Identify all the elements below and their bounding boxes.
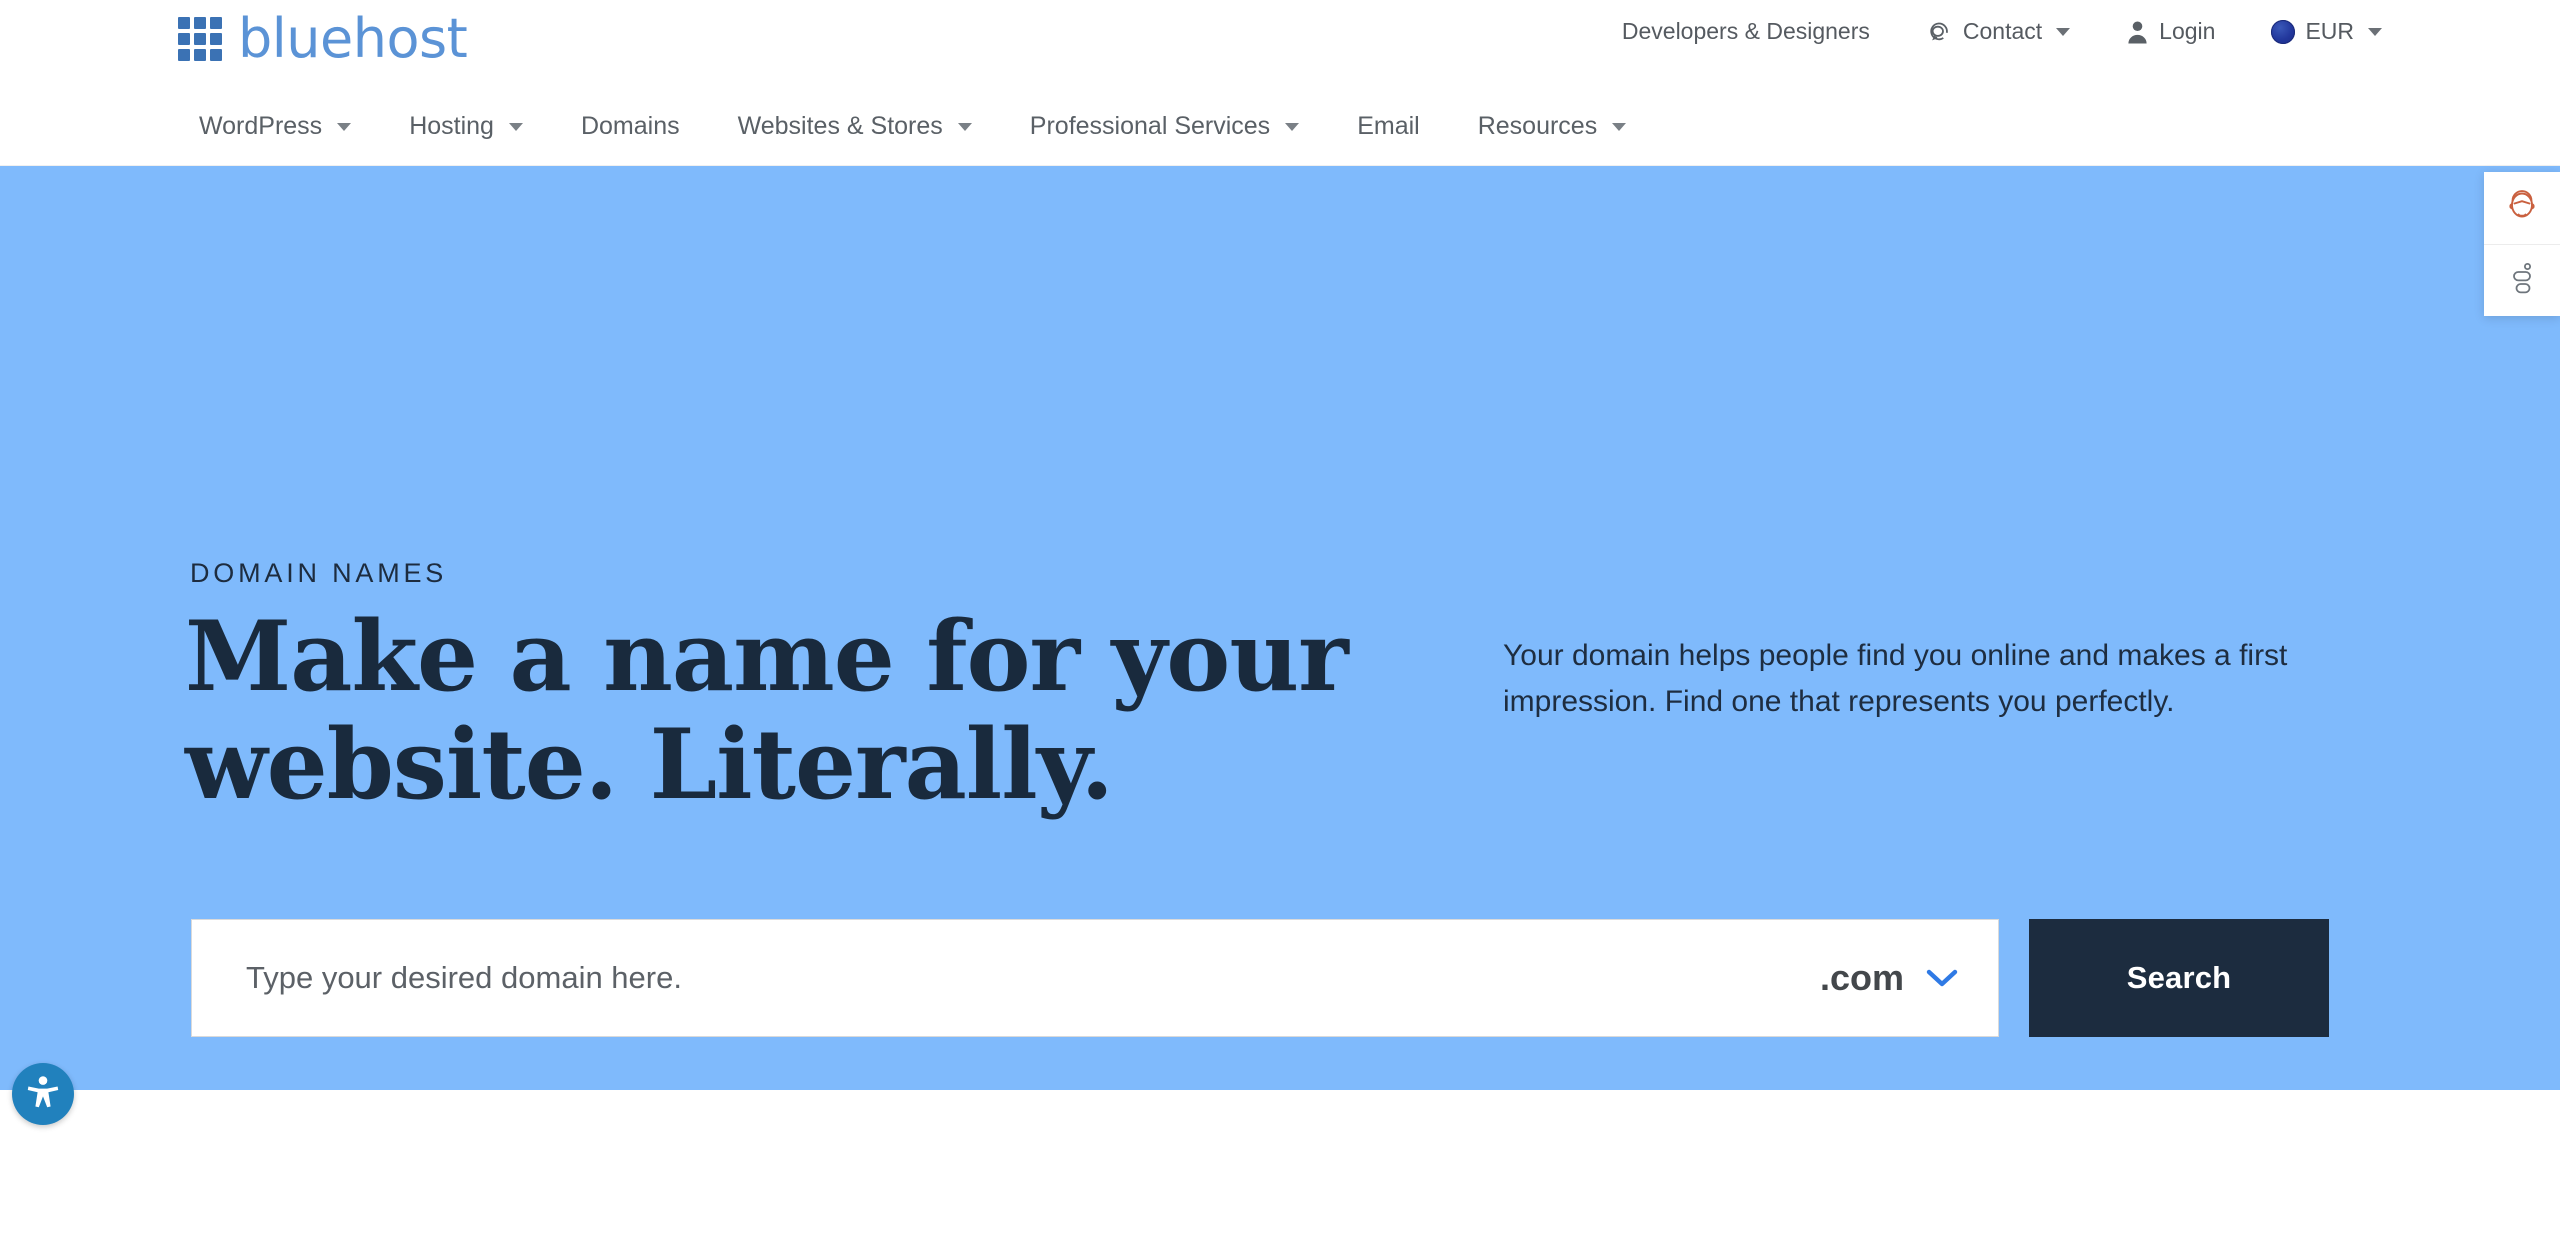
nav-item-hosting[interactable]: Hosting	[380, 112, 552, 141]
search-input[interactable]	[246, 960, 1794, 996]
utility-nav-item-contact[interactable]: Contact	[1898, 18, 2098, 45]
globe-icon	[2271, 19, 2296, 44]
tld-selector[interactable]: .com	[1794, 957, 1958, 999]
accessibility-icon	[22, 1071, 64, 1118]
nav-item-label: Hosting	[409, 112, 494, 140]
utility-nav-label: Login	[2159, 18, 2216, 44]
nav-item-label: Domains	[580, 112, 680, 140]
support-agent-icon	[2503, 187, 2541, 230]
nav-item-domains[interactable]: Domains	[552, 112, 709, 141]
nav-item-resources[interactable]: Resources	[1449, 112, 1656, 141]
hero-section: DOMAIN NAMES Make a name for your websit…	[0, 166, 2560, 1090]
tld-selected-label: .com	[1819, 957, 1904, 998]
settings-sliders-button[interactable]	[2484, 244, 2560, 316]
headset-icon	[1926, 18, 1953, 45]
utility-nav: Developers & Designers Contact Login EUR	[1594, 18, 2382, 45]
page-title: Make a name for your website. Literally.	[185, 600, 1349, 821]
utility-nav-label: Developers & Designers	[1621, 18, 1870, 44]
utility-nav-item-currency[interactable]: EUR	[2243, 18, 2382, 45]
chevron-down-icon	[957, 122, 972, 131]
below-hero-area	[0, 1090, 2560, 1241]
utility-nav-item-login[interactable]: Login	[2098, 18, 2243, 45]
settings-sliders-icon	[2507, 261, 2537, 300]
chevron-down-icon	[1285, 122, 1300, 131]
floating-side-widget	[2484, 172, 2560, 316]
brand-logo[interactable]: bluehost	[178, 7, 468, 70]
search-button[interactable]: Search	[2029, 919, 2329, 1037]
nav-item-wordpress[interactable]: WordPress	[170, 112, 380, 141]
utility-nav-label: EUR	[2305, 18, 2354, 44]
chevron-down-icon	[337, 122, 352, 131]
hero-eyebrow: DOMAIN NAMES	[190, 558, 448, 588]
chevron-down-icon	[2056, 27, 2071, 36]
utility-nav-item-developers-designers[interactable]: Developers & Designers	[1594, 18, 1898, 45]
nav-item-label: Websites & Stores	[737, 112, 943, 140]
domain-search-field[interactable]: .com	[191, 919, 1999, 1037]
nav-item-email[interactable]: Email	[1328, 112, 1449, 141]
chevron-down-icon	[1612, 122, 1627, 131]
nav-item-label: Email	[1357, 112, 1420, 140]
brand-wordmark: bluehost	[238, 7, 468, 70]
nav-item-websites-stores[interactable]: Websites & Stores	[709, 112, 1001, 141]
grid-icon	[178, 17, 222, 61]
nav-item-label: WordPress	[199, 112, 323, 140]
chevron-down-icon	[508, 122, 523, 131]
nav-item-professional-services[interactable]: Professional Services	[1001, 112, 1328, 141]
utility-nav-label: Contact	[1962, 18, 2043, 44]
chevron-down-icon	[2368, 27, 2382, 36]
accessibility-button[interactable]	[12, 1063, 74, 1125]
support-agent-button[interactable]	[2484, 172, 2560, 244]
domain-search-bar: .com Search	[191, 919, 2329, 1037]
top-utility-bar: bluehost Developers & Designers Contact	[0, 0, 2560, 88]
nav-item-label: Professional Services	[1029, 112, 1271, 140]
hero-subcopy: Your domain helps people find you online…	[1503, 639, 2288, 718]
person-icon	[2126, 19, 2149, 45]
nav-item-label: Resources	[1477, 112, 1598, 140]
chevron-down-icon	[1926, 968, 1958, 988]
main-nav: WordPress Hosting Domains Websites & Sto…	[0, 88, 2560, 166]
page-root: bluehost Developers & Designers Contact	[0, 0, 2560, 1241]
